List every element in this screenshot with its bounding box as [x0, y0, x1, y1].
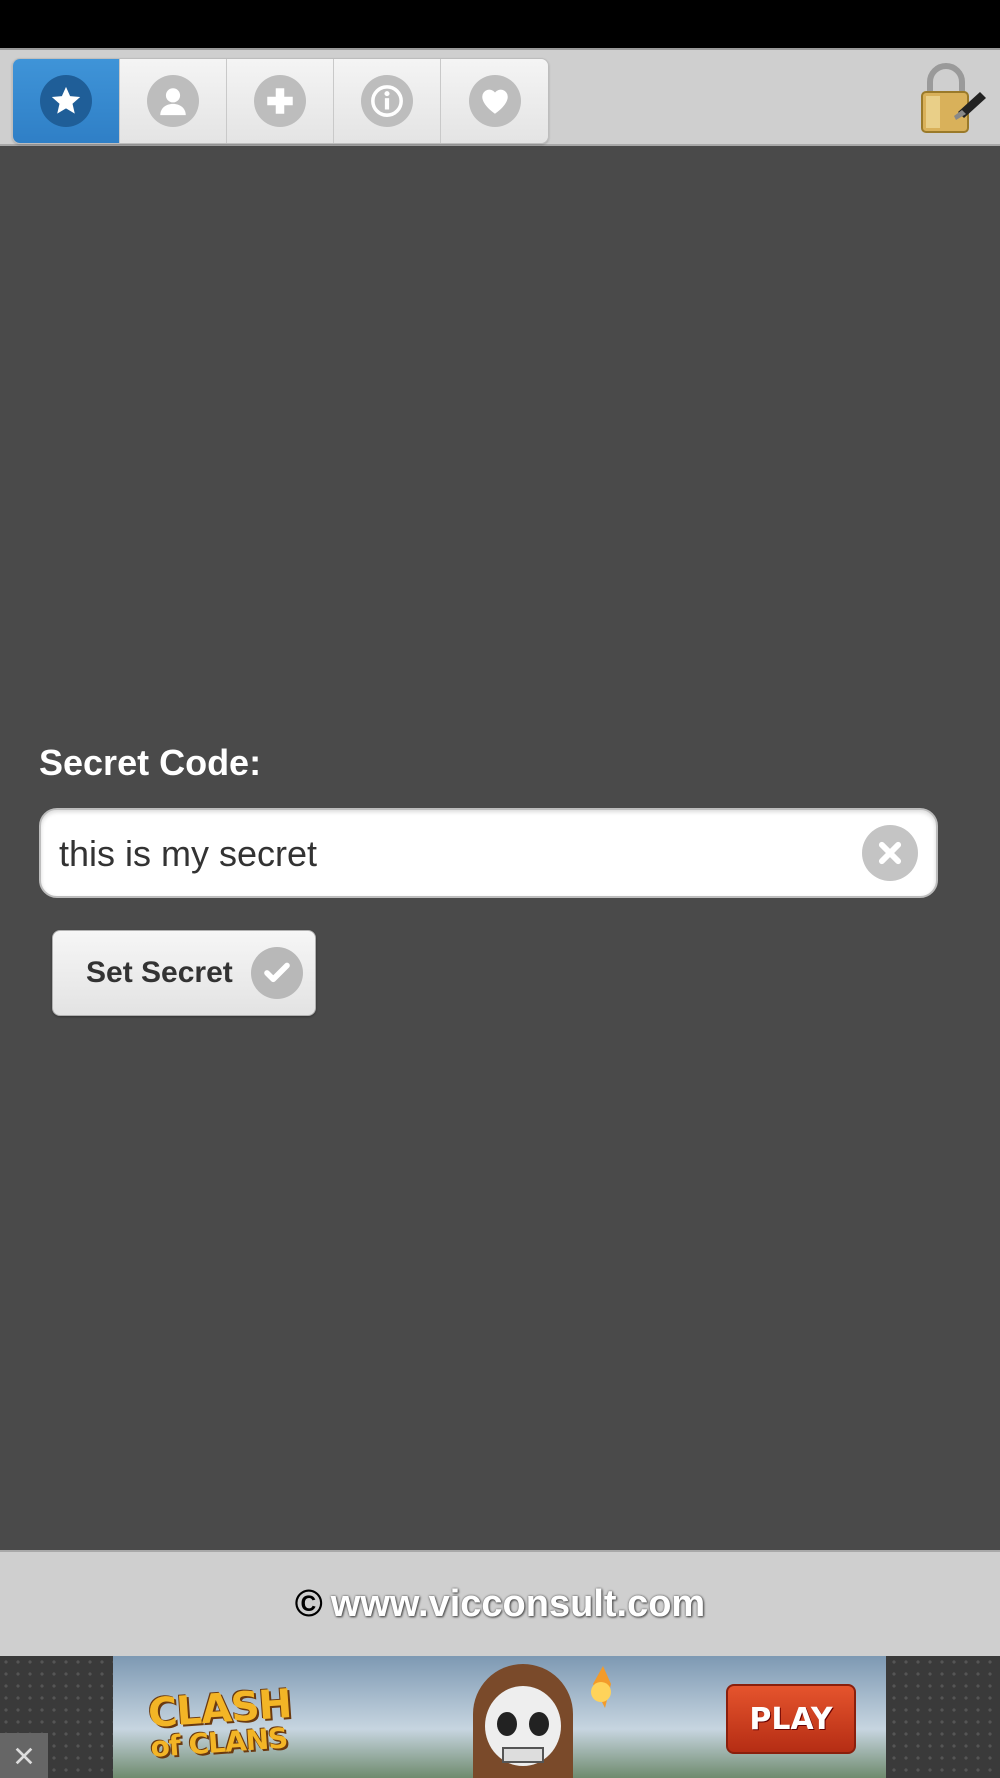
footer: © www.vicconsult.com: [0, 1550, 1000, 1656]
footer-copyright[interactable]: © www.vicconsult.com: [295, 1583, 705, 1626]
tab-group: [12, 58, 549, 144]
tab-heart[interactable]: [441, 59, 548, 143]
top-toolbar: [0, 48, 1000, 146]
tab-user[interactable]: [120, 59, 227, 143]
footer-link[interactable]: www.vicconsult.com: [331, 1583, 705, 1625]
clear-input-button[interactable]: [862, 825, 918, 881]
heart-icon: [481, 89, 508, 114]
tab-add[interactable]: [227, 59, 334, 143]
star-icon: [51, 86, 81, 114]
skeleton-character-image: [473, 1664, 611, 1778]
checkmark-icon: [264, 962, 290, 983]
secret-code-field[interactable]: [39, 808, 938, 898]
info-icon: [371, 85, 403, 117]
set-secret-label: Set Secret: [86, 956, 233, 989]
ad-logo: CLASH of CLANS: [147, 1681, 295, 1764]
close-icon: [878, 841, 902, 865]
ad-close-button[interactable]: [0, 1733, 48, 1778]
status-bar: [0, 0, 1000, 48]
ad-play-label: PLAY: [749, 1701, 833, 1737]
ad-play-button[interactable]: PLAY: [726, 1684, 856, 1754]
set-secret-button[interactable]: Set Secret: [52, 930, 316, 1016]
plus-icon: [267, 88, 293, 114]
padlock-icon[interactable]: [918, 60, 988, 136]
user-icon: [160, 88, 186, 116]
secret-code-input[interactable]: [57, 810, 881, 898]
close-icon: [15, 1747, 33, 1764]
secret-code-label: Secret Code:: [39, 742, 262, 783]
tab-info[interactable]: [334, 59, 441, 143]
copyright-symbol: ©: [294, 1582, 323, 1625]
ad-banner[interactable]: CLASH of CLANS PLAY: [113, 1656, 886, 1778]
tab-favorites[interactable]: [13, 59, 120, 143]
